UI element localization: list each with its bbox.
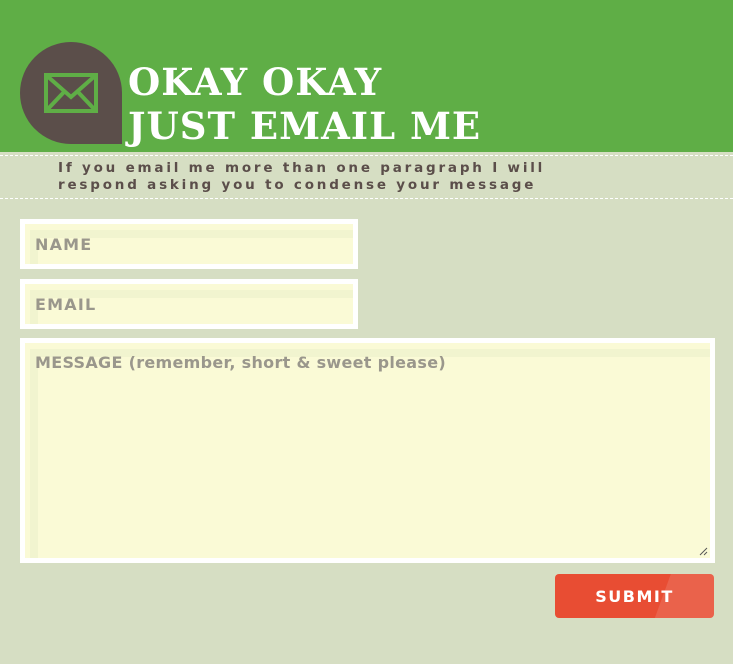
intro-text: If you email me more than one paragraph … xyxy=(58,160,658,194)
submit-button[interactable]: SUBMIT xyxy=(555,574,714,618)
page-title: OKAY OKAY JUST EMAIL ME xyxy=(128,60,481,148)
intro-line-1: If you email me more than one paragraph … xyxy=(58,160,546,176)
header-banner: OKAY OKAY JUST EMAIL ME xyxy=(0,0,733,152)
name-field-wrapper xyxy=(20,219,358,269)
submit-label: SUBMIT xyxy=(595,586,674,606)
divider-bottom xyxy=(0,198,733,199)
name-input[interactable] xyxy=(25,224,353,264)
intro-line-2: respond asking you to condense your mess… xyxy=(58,177,537,193)
title-line-1: OKAY OKAY xyxy=(128,60,383,104)
resize-handle-icon[interactable] xyxy=(698,546,708,556)
email-badge xyxy=(20,42,122,144)
envelope-icon xyxy=(44,73,98,113)
email-input[interactable] xyxy=(25,284,353,324)
message-textarea[interactable] xyxy=(25,343,710,558)
message-field-wrapper xyxy=(20,338,715,563)
email-field-wrapper xyxy=(20,279,358,329)
divider-top xyxy=(0,155,733,156)
title-line-2: JUST EMAIL ME xyxy=(128,104,482,148)
